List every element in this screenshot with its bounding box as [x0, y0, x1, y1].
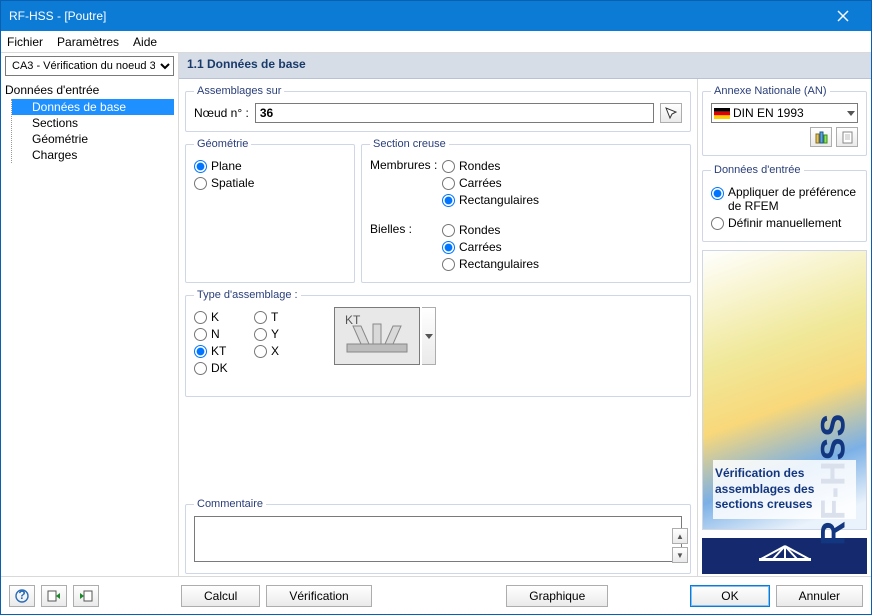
comment-input[interactable]	[194, 516, 682, 562]
export-icon	[79, 589, 93, 603]
legend-input-data: Données d'entrée	[711, 164, 804, 176]
help-icon: ?	[15, 589, 29, 603]
app-window: RF-HSS - [Poutre] Fichier Paramètres Aid…	[0, 0, 872, 615]
footer: ? Calcul Vérification Graphique OK Annul…	[1, 576, 871, 614]
radio-apply-rfem[interactable]: Appliquer de préférence de RFEM	[711, 185, 858, 213]
flag-de-icon	[714, 108, 730, 119]
radio-type-y[interactable]: Y	[254, 327, 310, 341]
verify-button[interactable]: Vérification	[266, 585, 371, 607]
pick-icon	[664, 106, 678, 120]
titlebar: RF-HSS - [Poutre]	[1, 1, 871, 31]
legend-annex: Annexe Nationale (AN)	[711, 85, 830, 97]
body: Données d'entrée Données de base Section…	[1, 79, 871, 576]
group-hollow-section: Section creuse Membrures : Rondes Carrée…	[361, 138, 691, 283]
export-button[interactable]	[73, 585, 99, 607]
radio-type-kt[interactable]: KT	[194, 344, 250, 358]
panel-header: 1.1 Données de base	[179, 53, 871, 79]
window-close-button[interactable]	[823, 1, 863, 31]
legend-geometry: Géométrie	[194, 138, 251, 150]
annex-edit-button[interactable]	[810, 127, 832, 147]
bridge-icon	[755, 544, 815, 568]
brace-label: Bielles :	[370, 220, 442, 236]
group-comment: Commentaire ▲ ▼	[185, 498, 691, 574]
annex-selector[interactable]: DIN EN 1993	[711, 103, 858, 123]
tree-item-donnees-de-base[interactable]: Données de base	[12, 99, 174, 115]
close-icon	[837, 10, 849, 22]
radio-brace-round[interactable]: Rondes	[442, 223, 682, 237]
graph-button[interactable]: Graphique	[506, 585, 608, 607]
radio-type-t[interactable]: T	[254, 310, 310, 324]
legend-hollow-section: Section creuse	[370, 138, 449, 150]
group-input-data: Données d'entrée Appliquer de préférence…	[702, 164, 867, 242]
radio-chord-square[interactable]: Carrées	[442, 176, 682, 190]
form-area: Assemblages sur Nœud n° : Géométrie Plan…	[179, 79, 697, 576]
annex-new-button[interactable]	[836, 127, 858, 147]
page-icon	[841, 131, 854, 144]
case-select-wrap: CA3 - Vérification du noeud 36	[1, 53, 179, 79]
joint-kt-icon: KT	[341, 314, 413, 358]
svg-text:?: ?	[18, 589, 25, 602]
radio-plane[interactable]: Plane	[194, 159, 346, 173]
radio-chord-rect[interactable]: Rectangulaires	[442, 193, 682, 207]
legend-joint-type: Type d'assemblage :	[194, 289, 301, 301]
radio-type-k[interactable]: K	[194, 310, 250, 324]
chord-label: Membrures :	[370, 156, 442, 172]
menu-help[interactable]: Aide	[133, 35, 157, 49]
calc-button[interactable]: Calcul	[181, 585, 260, 607]
library-icon	[815, 131, 828, 144]
radio-type-x[interactable]: X	[254, 344, 310, 358]
node-input[interactable]	[255, 103, 654, 123]
menu-params[interactable]: Paramètres	[57, 35, 119, 49]
chevron-down-icon	[847, 111, 855, 116]
radio-brace-square[interactable]: Carrées	[442, 240, 682, 254]
annex-value: DIN EN 1993	[733, 106, 844, 120]
radio-define-manually[interactable]: Définir manuellement	[711, 216, 858, 230]
tree-root[interactable]: Données d'entrée	[5, 83, 174, 97]
radio-brace-rect[interactable]: Rectangulaires	[442, 257, 682, 271]
radio-spatiale[interactable]: Spatiale	[194, 176, 346, 190]
menubar: Fichier Paramètres Aide	[1, 31, 871, 53]
tree-item-sections[interactable]: Sections	[12, 115, 174, 131]
brand-subtitle: Vérification des assemblages des section…	[713, 460, 856, 519]
group-geometry: Géométrie Plane Spatiale	[185, 138, 355, 283]
comment-scroll-down[interactable]: ▼	[672, 547, 688, 563]
joint-type-preview: KT	[334, 307, 420, 365]
node-label: Nœud n° :	[194, 106, 249, 120]
legend-assemblies: Assemblages sur	[194, 85, 284, 97]
group-assemblies: Assemblages sur Nœud n° :	[185, 85, 691, 132]
joint-type-dropdown[interactable]	[422, 307, 436, 365]
import-icon	[47, 589, 61, 603]
pick-node-button[interactable]	[660, 103, 682, 123]
cancel-button[interactable]: Annuler	[776, 585, 863, 607]
chevron-down-icon	[425, 334, 433, 339]
comment-scroll-up[interactable]: ▲	[672, 528, 688, 544]
radio-type-n[interactable]: N	[194, 327, 250, 341]
nav-tree: Données d'entrée Données de base Section…	[1, 79, 179, 576]
menu-file[interactable]: Fichier	[7, 35, 43, 49]
radio-type-dk[interactable]: DK	[194, 361, 250, 375]
legend-comment: Commentaire	[194, 498, 266, 510]
main: Assemblages sur Nœud n° : Géométrie Plan…	[179, 79, 871, 576]
svg-text:KT: KT	[345, 314, 361, 327]
import-button[interactable]	[41, 585, 67, 607]
group-annex: Annexe Nationale (AN) DIN EN 1993	[702, 85, 867, 156]
group-joint-type: Type d'assemblage : K N KT DK T Y X	[185, 289, 691, 397]
ok-button[interactable]: OK	[690, 585, 769, 607]
header-row: CA3 - Vérification du noeud 36 1.1 Donné…	[1, 53, 871, 79]
case-selector[interactable]: CA3 - Vérification du noeud 36	[5, 56, 174, 76]
tree-item-charges[interactable]: Charges	[12, 147, 174, 163]
tree-item-geometrie[interactable]: Géométrie	[12, 131, 174, 147]
brand-pane: RF-HSS Vérification des assemblages des …	[702, 250, 867, 530]
radio-chord-round[interactable]: Rondes	[442, 159, 682, 173]
help-button[interactable]: ?	[9, 585, 35, 607]
right-column: Annexe Nationale (AN) DIN EN 1993	[697, 79, 871, 576]
window-title: RF-HSS - [Poutre]	[9, 9, 106, 23]
